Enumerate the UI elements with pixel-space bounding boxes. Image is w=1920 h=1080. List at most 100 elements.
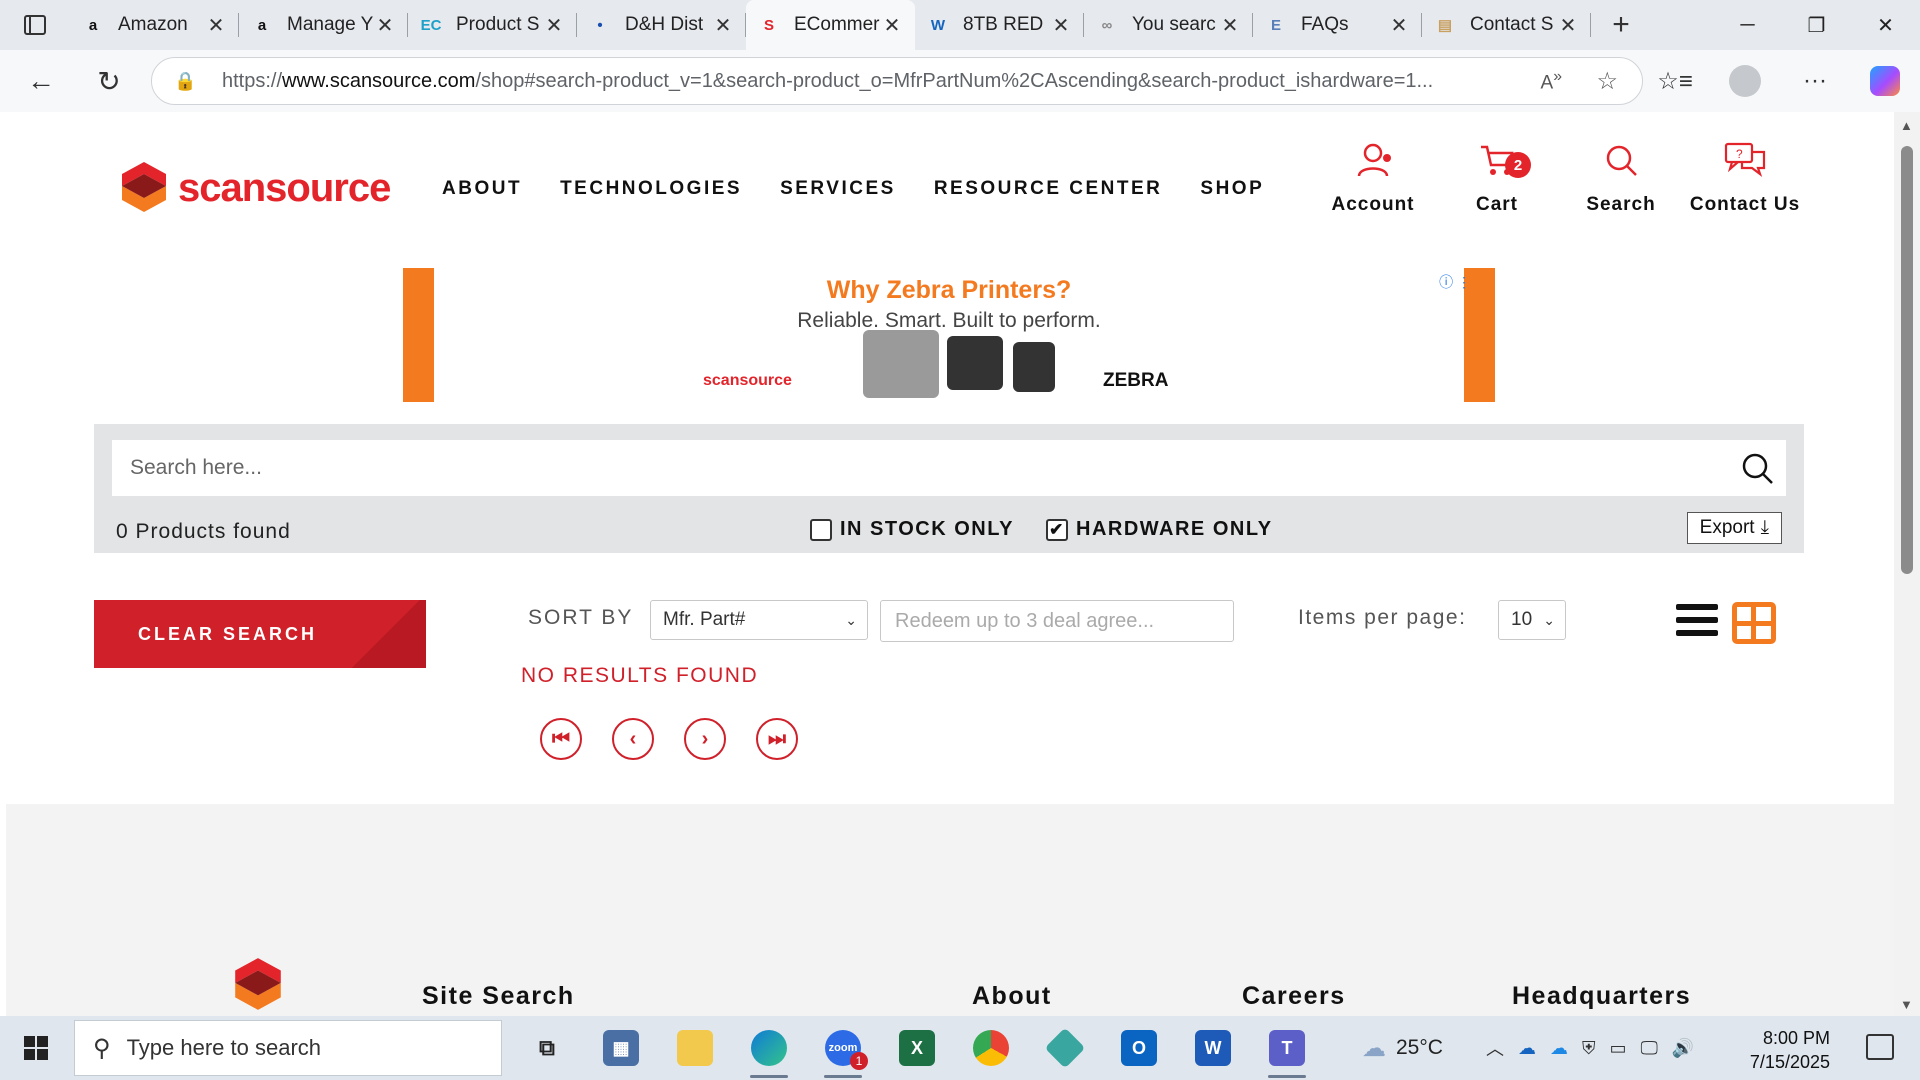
outlook-app[interactable]: O (1102, 1016, 1176, 1080)
task-view-icon: ⧉ (539, 1035, 555, 1060)
scansource-logo[interactable]: scansource (120, 160, 391, 216)
search-link[interactable]: Search (1559, 132, 1683, 216)
nav-technologies[interactable]: TECHNOLOGIES (560, 178, 742, 200)
browser-tab[interactable]: • D&H Dist ✕ (577, 0, 746, 50)
nav-resource-center[interactable]: RESOURCE CENTER (934, 178, 1163, 200)
close-tab-icon[interactable]: ✕ (543, 13, 565, 38)
cart-link[interactable]: 2 Cart (1435, 132, 1559, 216)
teams-app[interactable]: T (1250, 1016, 1324, 1080)
browser-tab[interactable]: ▤ Contact S ✕ (1422, 0, 1591, 50)
first-page-button[interactable]: ⏮ (540, 718, 582, 760)
browser-toolbar: ← ↻ 🔒 https://www.scansource.com/shop#se… (0, 50, 1920, 112)
sort-by-select[interactable]: Mfr. Part# ⌄ (650, 600, 868, 640)
next-page-button[interactable]: › (684, 718, 726, 760)
grid-view-icon[interactable] (1732, 602, 1776, 644)
task-view-button[interactable]: ⧉ (510, 1016, 584, 1080)
taskbar-clock[interactable]: 8:00 PM 7/15/2025 (1740, 1026, 1830, 1074)
browser-tab[interactable]: S ECommer ✕ (746, 0, 915, 50)
read-aloud-icon[interactable]: A» (1541, 68, 1563, 94)
close-window-button[interactable]: ✕ (1851, 0, 1920, 50)
copilot-icon[interactable] (1870, 66, 1900, 96)
onedrive-personal-icon[interactable]: ☁ (1550, 1038, 1568, 1059)
show-hidden-icons-chevron-icon[interactable]: ︿ (1486, 1035, 1504, 1061)
scroll-down-arrow-icon[interactable]: ▼ (1900, 997, 1913, 1012)
zebra-ad-banner[interactable]: Why Zebra Printers? Reliable. Smart. Bui… (403, 268, 1495, 402)
lock-icon[interactable]: 🔒 (174, 71, 202, 92)
close-tab-icon[interactable]: ✕ (374, 13, 396, 38)
list-view-icon[interactable] (1676, 604, 1718, 642)
network-icon[interactable]: 🖵 (1641, 1038, 1658, 1059)
edge-app[interactable] (732, 1016, 806, 1080)
export-button[interactable]: Export ⤓ (1686, 512, 1782, 544)
zoom-app[interactable]: zoom 1 (806, 1016, 880, 1080)
printer-image (1013, 342, 1055, 392)
defender-icon[interactable]: ⛨ (1582, 1038, 1596, 1059)
weather-widget[interactable]: ☁ 25°C (1362, 1016, 1443, 1080)
previous-page-button[interactable]: ‹ (612, 718, 654, 760)
calculator-app[interactable]: ▦ (584, 1016, 658, 1080)
items-per-page-select[interactable]: 10 ⌄ (1498, 600, 1566, 640)
close-tab-icon[interactable]: ✕ (205, 13, 227, 38)
onedrive-icon[interactable]: ☁ (1518, 1038, 1536, 1059)
close-tab-icon[interactable]: ✕ (1388, 13, 1410, 38)
ad-info-icon[interactable]: ⓘ ⋮ (1439, 272, 1471, 292)
close-tab-icon[interactable]: ✕ (712, 13, 734, 38)
scrollbar-thumb[interactable] (1901, 146, 1913, 574)
last-page-button[interactable]: ⏭ (756, 718, 798, 760)
browser-tab[interactable]: EC Product S ✕ (408, 0, 577, 50)
address-bar[interactable]: 🔒 https://www.scansource.com/shop#search… (151, 57, 1643, 105)
contact-us-link[interactable]: ? Contact Us (1683, 132, 1807, 216)
browser-tab[interactable]: a Manage Y ✕ (239, 0, 408, 50)
chrome-app[interactable] (954, 1016, 1028, 1080)
file-explorer-app[interactable] (658, 1016, 732, 1080)
tab-actions-menu-button[interactable] (0, 0, 70, 50)
taskbar-search-box[interactable]: ⚲ Type here to search (74, 1020, 502, 1076)
excel-app[interactable]: X (880, 1016, 954, 1080)
page-scrollbar[interactable]: ▲ ▼ (1894, 112, 1920, 1016)
search-submit-icon[interactable] (1742, 453, 1774, 485)
last-page-icon: ⏭ (768, 727, 786, 750)
diamond-app-icon (1044, 1027, 1086, 1069)
taskbar-search-placeholder: Type here to search (126, 1035, 322, 1060)
cart-label: Cart (1475, 194, 1518, 215)
nav-shop[interactable]: SHOP (1200, 178, 1264, 200)
minimize-button[interactable]: ─ (1713, 0, 1782, 50)
hardware-checkbox-box[interactable]: ✔ (1046, 518, 1068, 541)
generic-app[interactable] (1028, 1016, 1102, 1080)
word-app[interactable]: W (1176, 1016, 1250, 1080)
back-button[interactable]: ← (8, 56, 74, 106)
scroll-up-arrow-icon[interactable]: ▲ (1900, 118, 1913, 133)
start-button[interactable] (0, 1016, 72, 1080)
clear-search-button[interactable]: CLEAR SEARCH (94, 600, 426, 668)
nav-services[interactable]: SERVICES (780, 178, 896, 200)
items-per-page-label: Items per page: (1298, 606, 1467, 629)
nav-about[interactable]: ABOUT (442, 178, 522, 200)
profile-avatar[interactable] (1729, 65, 1761, 97)
close-tab-icon[interactable]: ✕ (881, 13, 903, 38)
clock-time: 8:00 PM (1762, 1028, 1830, 1048)
close-tab-icon[interactable]: ✕ (1219, 13, 1241, 38)
footer-logo-icon[interactable] (232, 956, 284, 1014)
browser-tab[interactable]: W 8TB RED I ✕ (915, 0, 1084, 50)
product-search-input[interactable] (112, 440, 1786, 496)
in-stock-only-checkbox[interactable]: IN STOCK ONLY (810, 518, 1014, 541)
in-stock-checkbox-box[interactable] (810, 518, 832, 541)
browser-tab[interactable]: E FAQs ✕ (1253, 0, 1422, 50)
deal-agreement-input[interactable] (880, 600, 1234, 642)
more-menu-icon[interactable]: ··· (1780, 67, 1850, 95)
close-tab-icon[interactable]: ✕ (1050, 13, 1072, 38)
volume-icon[interactable]: 🔊 (1672, 1038, 1694, 1059)
browser-tab[interactable]: a Amazon ✕ (70, 0, 239, 50)
close-tab-icon[interactable]: ✕ (1557, 13, 1579, 38)
zoom-badge: 1 (850, 1052, 868, 1070)
notification-center-icon[interactable] (1866, 1034, 1894, 1060)
hardware-only-checkbox[interactable]: ✔ HARDWARE ONLY (1046, 518, 1273, 541)
new-tab-button[interactable]: + (1591, 0, 1651, 50)
battery-icon[interactable]: ▭ (1610, 1038, 1627, 1059)
account-link[interactable]: Account (1311, 132, 1435, 216)
restore-button[interactable]: ❐ (1782, 0, 1851, 50)
browser-tab[interactable]: ∞ You searc ✕ (1084, 0, 1253, 50)
favorite-star-icon[interactable]: ☆ (1596, 67, 1618, 96)
favorites-icon[interactable]: ☆≡ (1640, 67, 1710, 96)
refresh-button[interactable]: ↻ (76, 56, 142, 106)
